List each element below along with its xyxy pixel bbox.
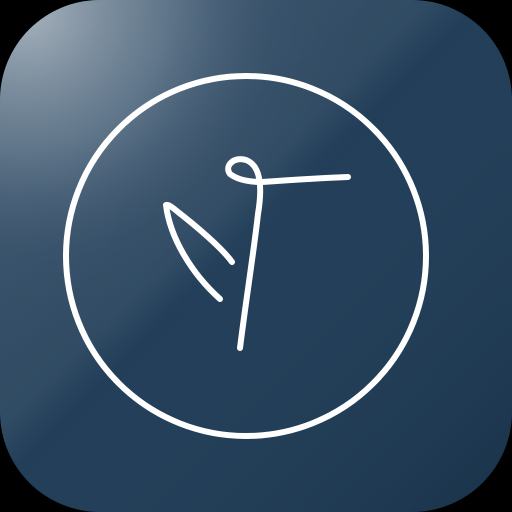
app-icon-tile[interactable]	[0, 0, 512, 512]
app-logo-icon	[0, 0, 512, 512]
